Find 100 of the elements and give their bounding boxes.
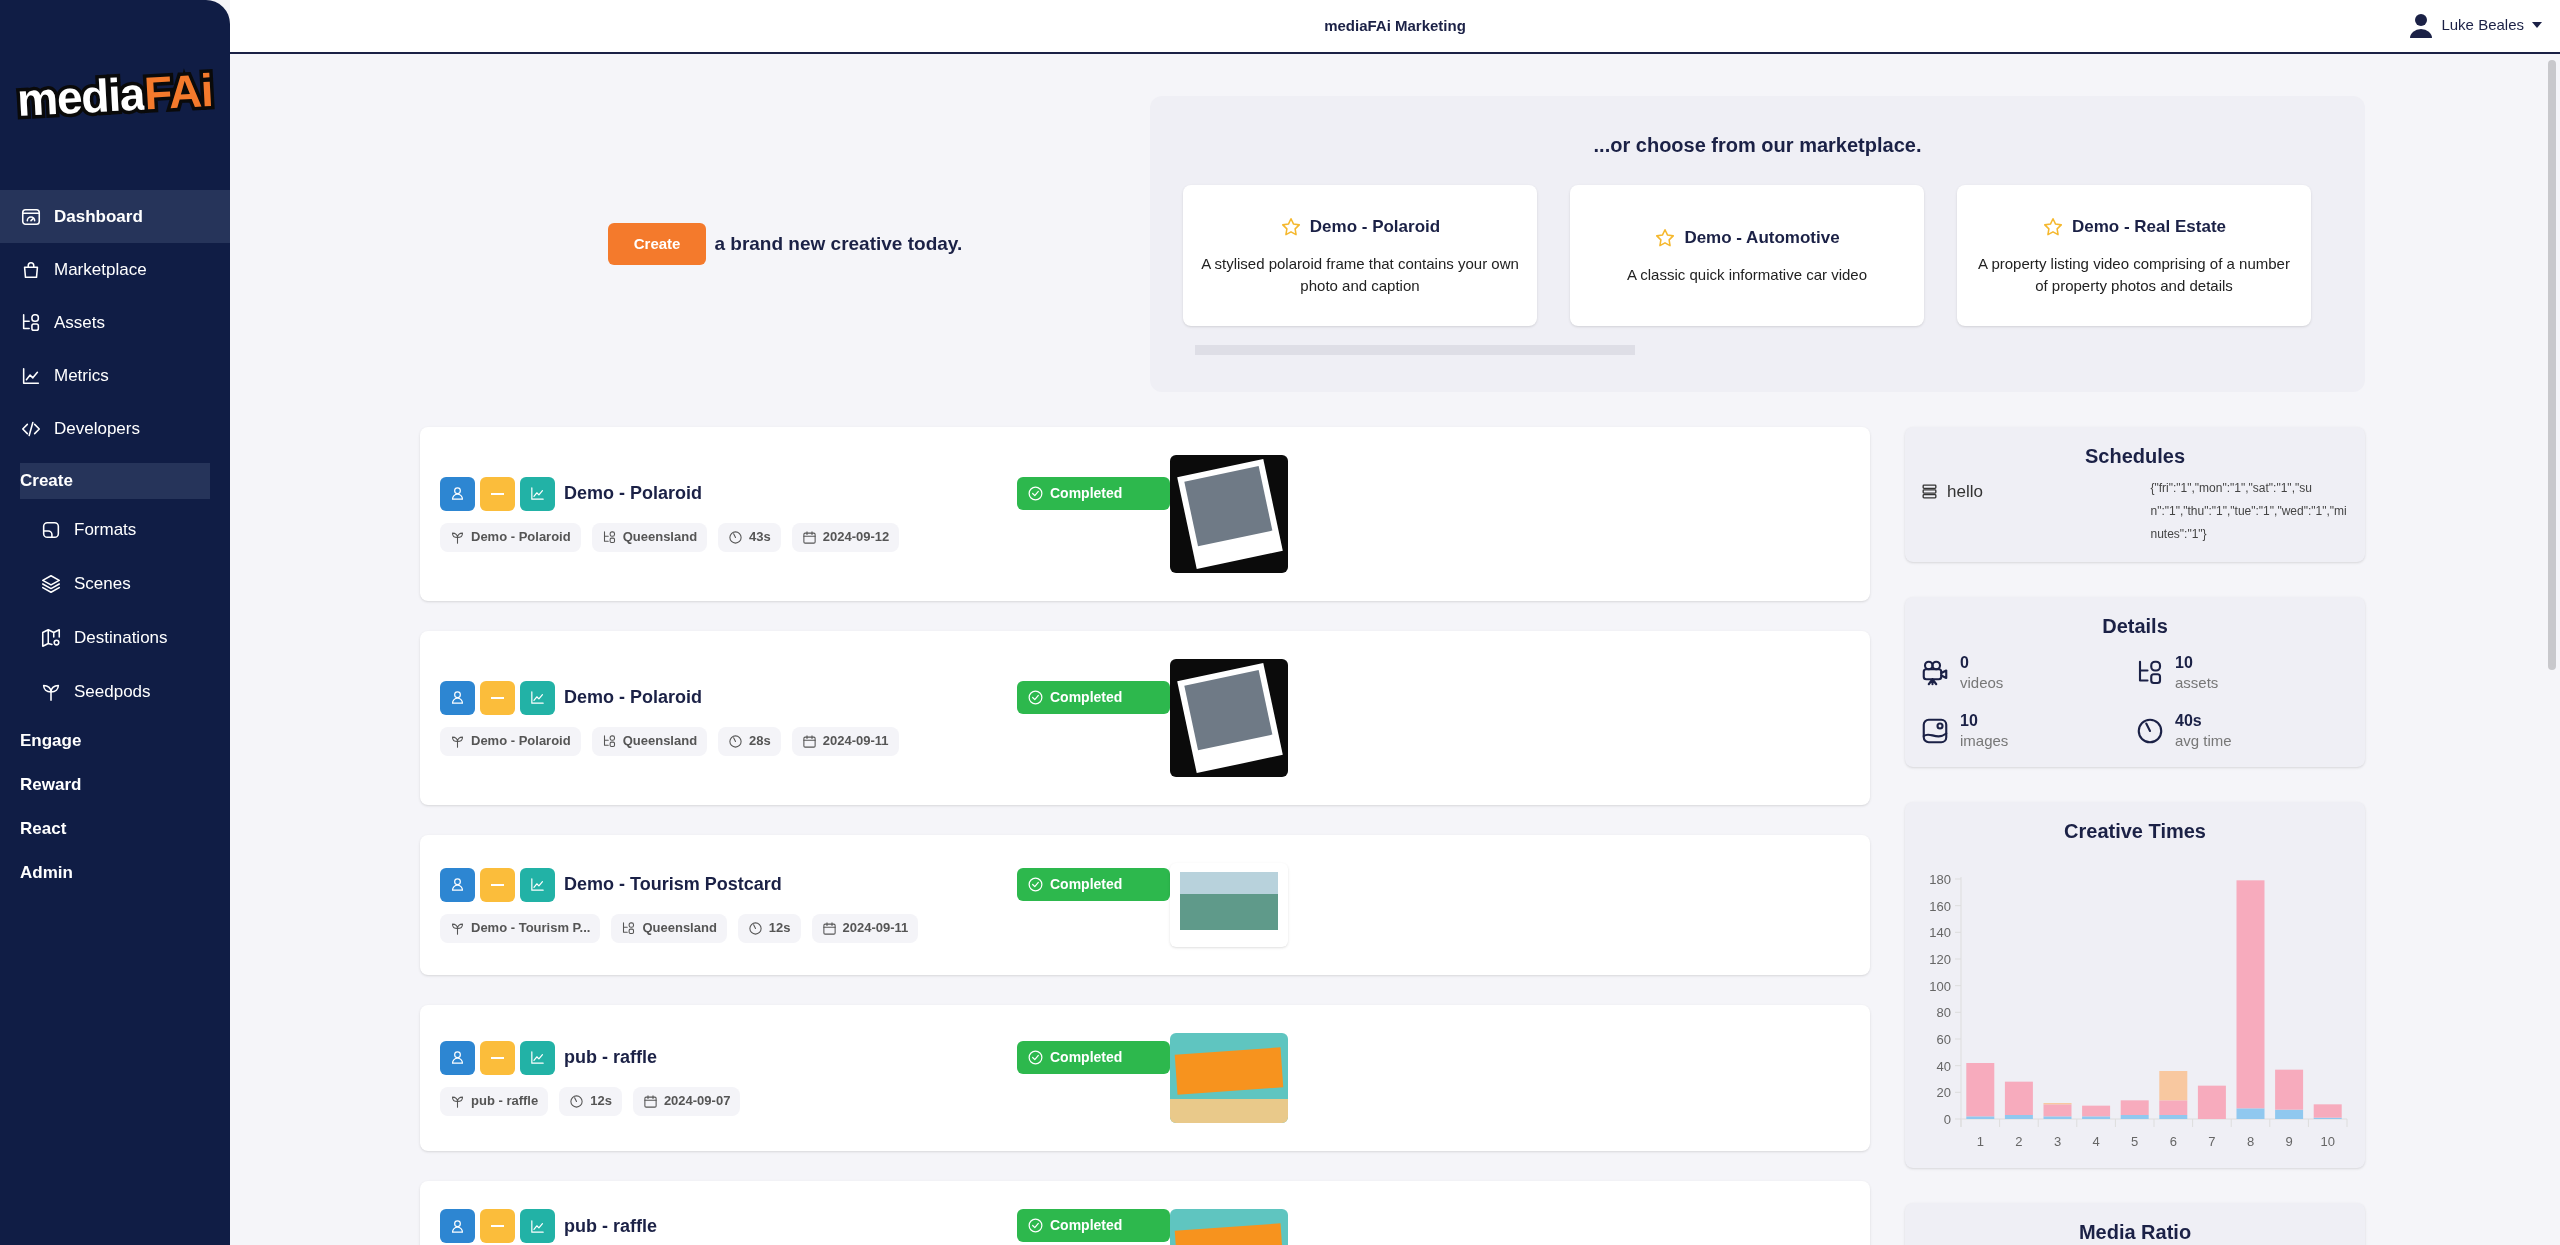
stat-value: 0 bbox=[1960, 653, 1970, 673]
nav-item[interactable]: Destinations bbox=[0, 611, 230, 665]
user-button[interactable] bbox=[440, 1209, 475, 1243]
nav-item[interactable]: Metrics bbox=[0, 349, 230, 402]
shapes-icon bbox=[601, 733, 617, 749]
axis-label: 10 bbox=[2320, 1134, 2335, 1149]
creative-title: Demo - Polaroid bbox=[564, 686, 702, 709]
axis-label: 120 bbox=[1929, 952, 1951, 967]
nav-item[interactable]: Scenes bbox=[0, 557, 230, 611]
axis-label: 4 bbox=[2092, 1134, 2100, 1149]
user-icon bbox=[449, 876, 466, 893]
nav-item[interactable]: Assets bbox=[0, 296, 230, 349]
creative-card[interactable]: pub - raffle pub - raffle 12s 2024-09-07 Completed bbox=[420, 1005, 1870, 1151]
panel-title: Schedules bbox=[2083, 444, 2186, 469]
creative-card[interactable]: Demo - Polaroid Demo - Polaroid Queensland 43s 2024-09-12 Completed bbox=[420, 427, 1870, 601]
meta-text: Queensland bbox=[622, 732, 698, 751]
marketplace-card[interactable]: Demo - Polaroid A stylised polaroid frame that contains your own photo and caption bbox=[1183, 185, 1537, 326]
marketplace-card[interactable]: Demo - Automotive A classic quick informative car video bbox=[1570, 185, 1924, 326]
meta-text: Demo - Tourism P... bbox=[471, 919, 591, 938]
movie-camera-icon bbox=[1920, 658, 1950, 688]
section-title: ...or choose from our marketplace. bbox=[1592, 133, 1923, 158]
shapes-icon bbox=[601, 529, 617, 545]
axis-label: 1 bbox=[1976, 1134, 1984, 1149]
meta-text: 2024-09-12 bbox=[822, 528, 890, 547]
minus-button[interactable] bbox=[480, 680, 515, 715]
minus-icon bbox=[491, 1225, 504, 1227]
timer-icon bbox=[747, 920, 763, 936]
stack-icon bbox=[1920, 482, 1939, 502]
chart-button[interactable] bbox=[520, 680, 555, 715]
minus-button[interactable] bbox=[480, 476, 515, 511]
check-circle-icon bbox=[1027, 1049, 1044, 1066]
minus-icon bbox=[491, 883, 504, 886]
user-button[interactable] bbox=[440, 1040, 475, 1075]
minus-button[interactable] bbox=[480, 1040, 515, 1075]
panel-title: Details bbox=[2101, 614, 2169, 639]
creative-card[interactable]: pub - raffle Completed bbox=[420, 1181, 1870, 1245]
map-pin-icon bbox=[40, 627, 62, 649]
nav-section[interactable]: Reward bbox=[20, 763, 210, 807]
nav-item[interactable]: Dashboard bbox=[0, 190, 230, 243]
user-icon bbox=[449, 1217, 466, 1235]
chart-button[interactable] bbox=[520, 1040, 555, 1075]
chart-button[interactable] bbox=[520, 476, 555, 511]
meta-text: Queensland bbox=[642, 919, 717, 938]
stat-value: 40s bbox=[2175, 711, 2203, 731]
status-text: Completed bbox=[1050, 1048, 1123, 1067]
axis-label: 20 bbox=[1936, 1085, 1951, 1101]
nav-item[interactable]: Developers bbox=[0, 402, 230, 455]
meta-text: 12s bbox=[590, 1092, 612, 1111]
user-button[interactable] bbox=[440, 476, 475, 511]
star-icon bbox=[2042, 215, 2064, 238]
nav-item[interactable]: Marketplace bbox=[0, 243, 230, 296]
user-menu[interactable]: Luke Beales bbox=[2409, 12, 2542, 38]
minus-button[interactable] bbox=[480, 1209, 515, 1243]
calendar-icon bbox=[642, 1093, 658, 1109]
creative-title: pub - raffle bbox=[564, 1214, 657, 1238]
avatar-icon bbox=[2409, 12, 2434, 38]
card-title: Demo - Polaroid bbox=[1309, 215, 1441, 238]
line-chart-icon bbox=[529, 689, 546, 706]
user-icon bbox=[449, 1049, 466, 1066]
axis-label: 3 bbox=[2053, 1134, 2062, 1149]
sprout-icon bbox=[450, 733, 465, 749]
axis-label: 80 bbox=[1936, 1005, 1951, 1021]
minus-icon bbox=[491, 696, 504, 699]
user-button[interactable] bbox=[440, 867, 475, 902]
stat-value: 10 bbox=[1960, 711, 1979, 731]
status-text: Completed bbox=[1050, 1216, 1123, 1235]
meta-text: 12s bbox=[768, 919, 791, 938]
meta-text: Queensland bbox=[622, 528, 698, 547]
panel-title: Media Ratio bbox=[2077, 1220, 2193, 1245]
nav-section[interactable]: Admin bbox=[20, 851, 210, 895]
axis-label: 60 bbox=[1936, 1032, 1951, 1047]
caret-icon bbox=[2532, 22, 2542, 28]
nav-section[interactable]: Engage bbox=[20, 719, 210, 763]
chart-button[interactable] bbox=[520, 867, 555, 902]
sprout-icon bbox=[450, 1093, 465, 1109]
timer-icon bbox=[728, 733, 744, 749]
stat-label: assets bbox=[2175, 673, 2219, 693]
status-text: Completed bbox=[1050, 875, 1123, 894]
creative-card[interactable]: Demo - Polaroid Demo - Polaroid Queensland 28s 2024-09-11 Completed bbox=[420, 631, 1870, 805]
chart-button[interactable] bbox=[520, 1209, 555, 1243]
nav-section[interactable]: Create bbox=[20, 463, 210, 499]
creative-title: pub - raffle bbox=[564, 1046, 657, 1069]
nav-item[interactable]: Seedpods bbox=[0, 665, 230, 719]
status-text: Completed bbox=[1050, 688, 1123, 707]
stat-label: avg time bbox=[2175, 731, 2232, 751]
layers-icon bbox=[40, 573, 62, 595]
calendar-icon bbox=[821, 920, 837, 936]
star-icon bbox=[1279, 215, 1302, 238]
nav-section[interactable]: React bbox=[20, 807, 210, 851]
user-button[interactable] bbox=[440, 680, 475, 715]
scrollbar[interactable] bbox=[2548, 60, 2556, 670]
marketplace-card[interactable]: Demo - Real Estate A property listing video comprising of a number of property photos and details bbox=[1957, 185, 2311, 326]
creative-card[interactable]: Demo - Tourism Postcard Demo - Tourism P... Queensland 12s 2024-09-11 Completed bbox=[420, 835, 1870, 975]
tagline: a brand new creative today. bbox=[714, 231, 963, 256]
minus-button[interactable] bbox=[480, 867, 515, 902]
user-icon bbox=[449, 689, 466, 706]
nav-item[interactable]: Formats bbox=[0, 503, 230, 557]
schedule-name: hello bbox=[1947, 481, 1983, 503]
axis-label: 6 bbox=[2169, 1134, 2177, 1149]
meta-text: Demo - Polaroid bbox=[471, 732, 571, 751]
